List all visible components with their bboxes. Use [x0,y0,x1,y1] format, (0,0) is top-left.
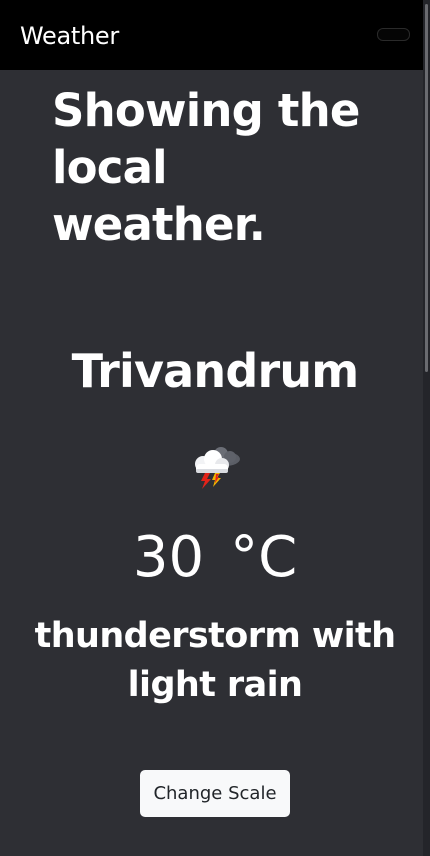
temperature-display: 30 °C [0,525,430,591]
navbar-brand[interactable]: Weather [20,19,119,53]
scrollbar[interactable] [423,0,430,856]
scrollbar-thumb[interactable] [425,4,428,372]
navbar-toggler-button[interactable] [377,28,410,41]
page-headline: Showing the local weather. [52,84,360,251]
temperature-unit: °C [230,525,298,590]
change-scale-button[interactable]: Change Scale [140,770,290,817]
weather-description: thunderstorm with light rain [34,616,396,705]
temperature-value: 30 [132,525,205,590]
navbar: Weather [0,0,430,70]
thunderstorm-rain-icon [187,442,243,490]
city-name: Trivandrum [71,344,360,398]
